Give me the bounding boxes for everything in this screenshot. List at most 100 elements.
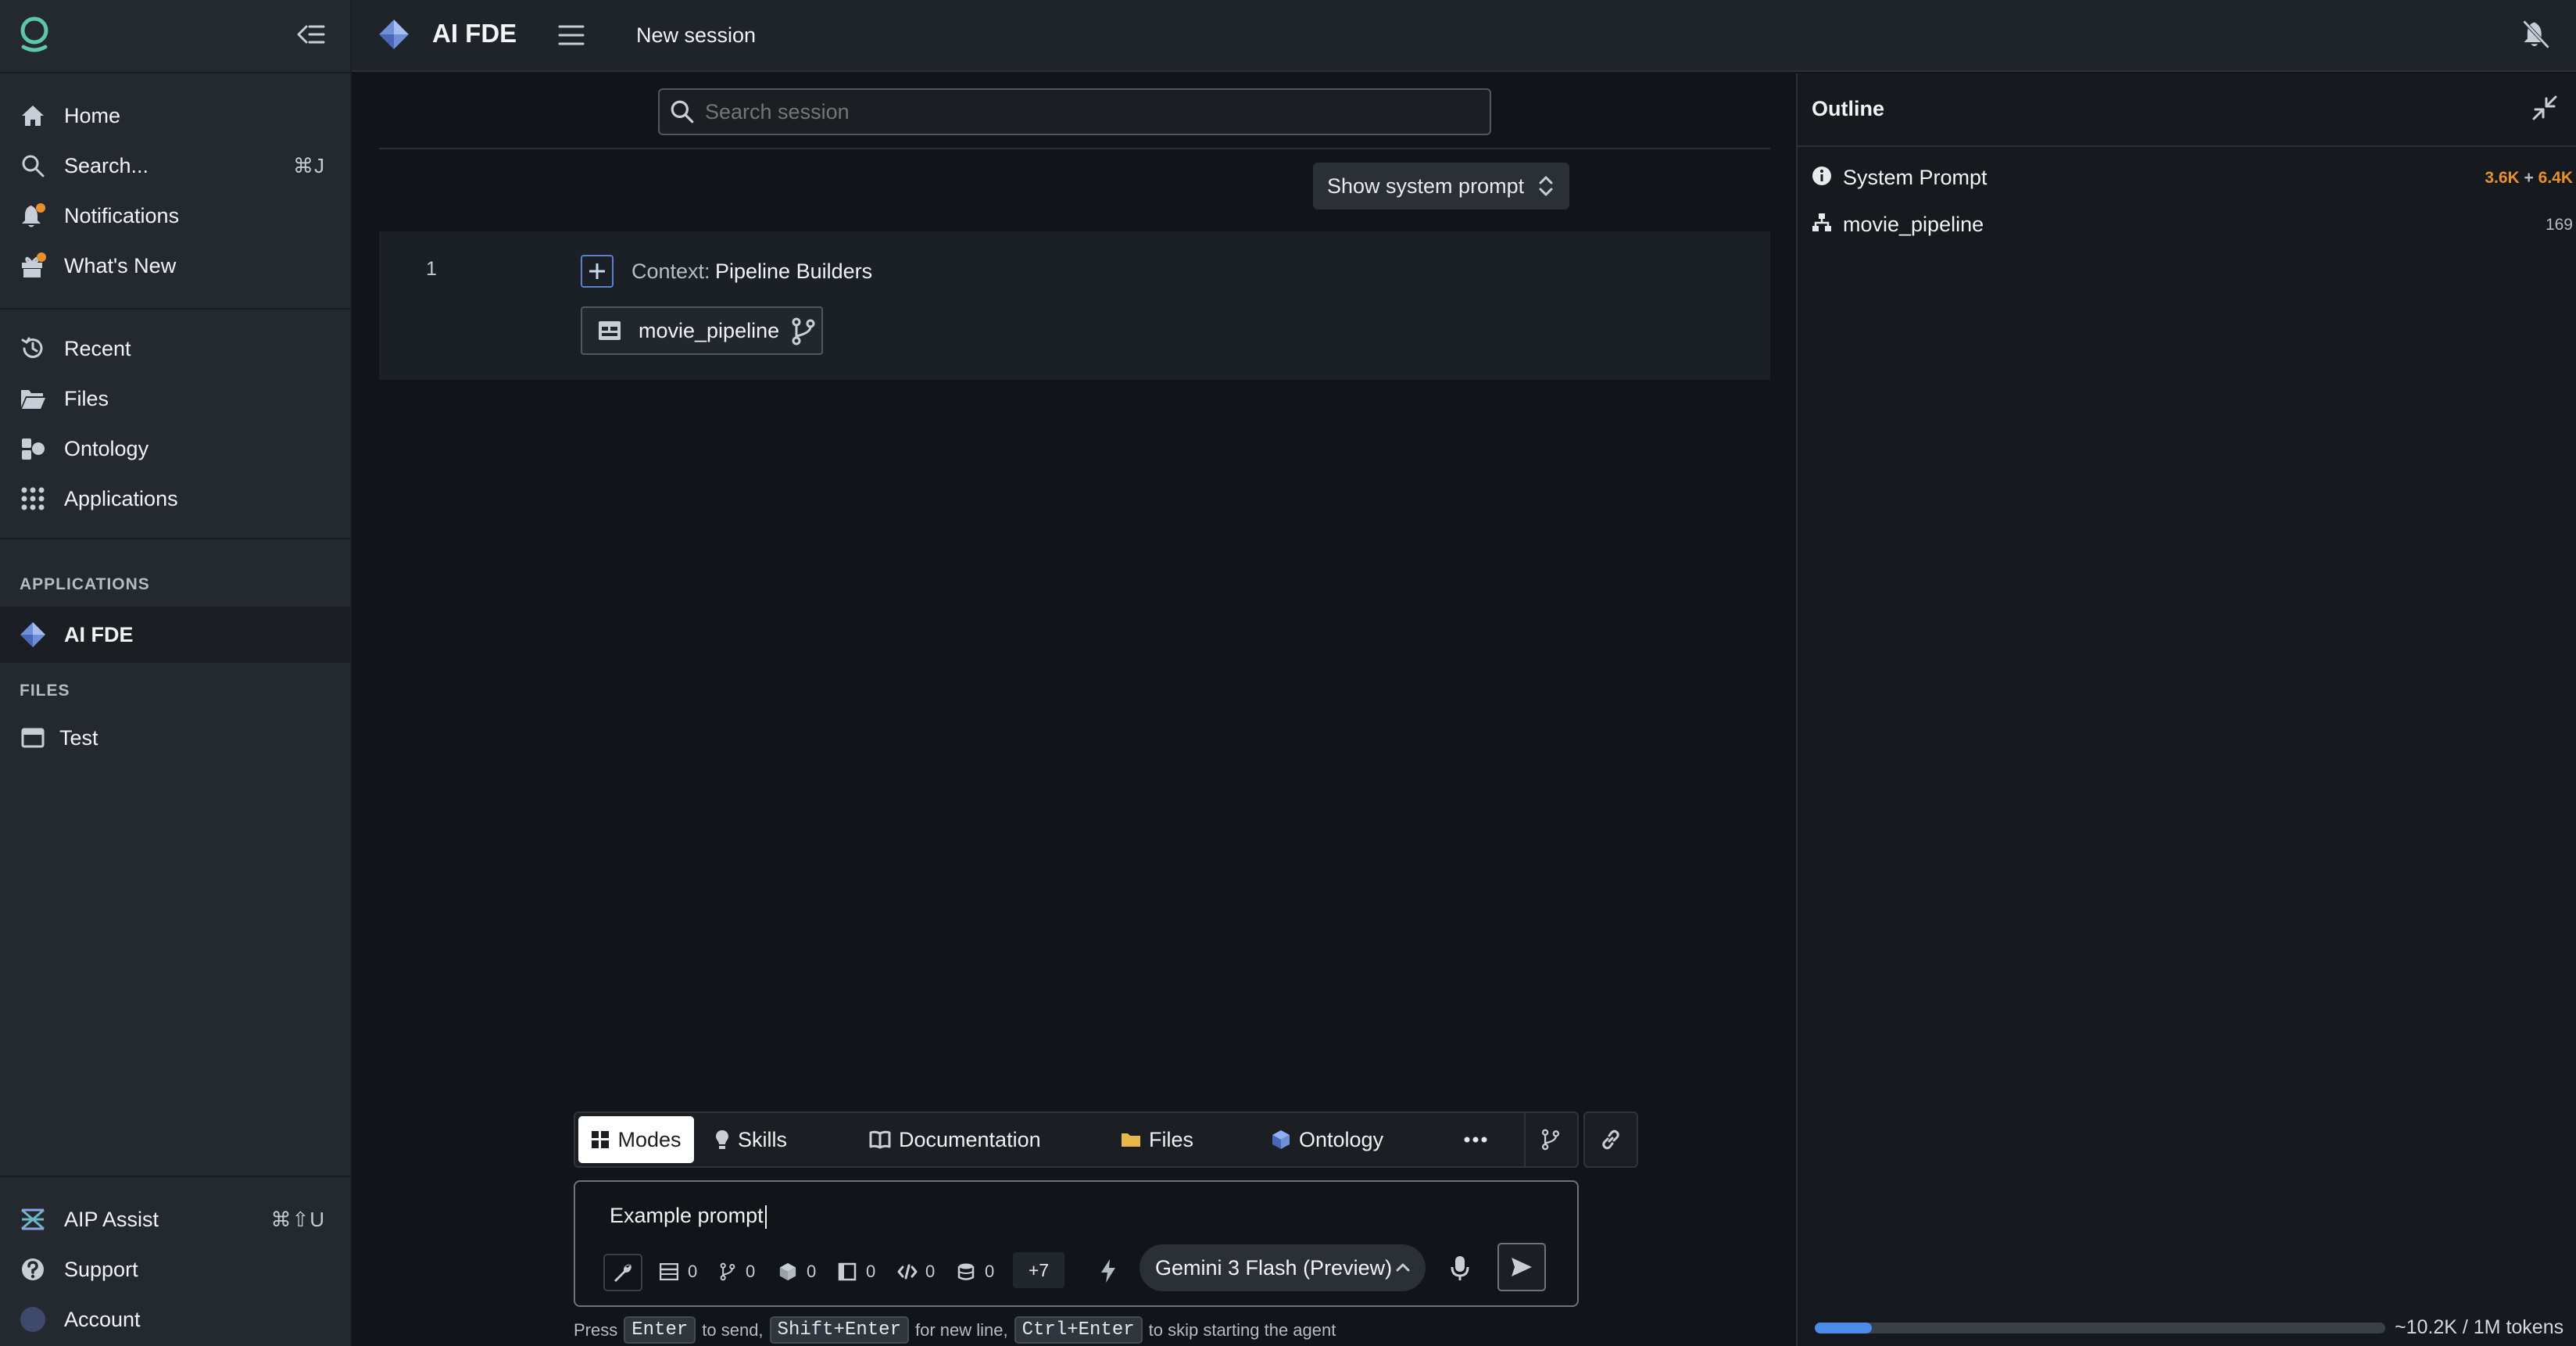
session-message-block: 1 Context: Pipeline Builders movie_pipel…	[379, 231, 1770, 380]
search-input[interactable]	[703, 98, 1490, 125]
outline-item-label: movie_pipeline	[1843, 213, 1984, 236]
tab-label: Ontology	[1299, 1127, 1384, 1151]
row-number: 1	[426, 258, 437, 280]
sidebar-item-label: Ontology	[64, 436, 149, 460]
show-system-prompt-select[interactable]: Show system prompt	[1313, 163, 1569, 209]
sidebar-item-test[interactable]: Test	[0, 714, 352, 761]
sidebar-item-label: Files	[64, 386, 109, 410]
sidebar-item-applications[interactable]: Applications	[0, 475, 352, 522]
minimize-icon[interactable]	[2531, 94, 2562, 125]
sidebar-item-ai-fde[interactable]: AI FDE	[0, 607, 352, 663]
sidebar-item-whats-new[interactable]: What's New	[0, 242, 352, 289]
prompt-input[interactable]: Example prompt	[610, 1204, 767, 1229]
document-icon	[838, 1262, 857, 1281]
outline-item-system-prompt[interactable]: System Prompt 3.6K + 6.4K	[1798, 155, 2576, 199]
collapse-sidebar-icon[interactable]	[295, 20, 327, 48]
send-button[interactable]	[1497, 1243, 1546, 1291]
branch-icon	[790, 317, 817, 345]
menu-icon[interactable]	[556, 22, 586, 48]
info-icon	[1812, 166, 1832, 186]
sidebar-item-home[interactable]: Home	[0, 92, 352, 139]
files-section-header: FILES	[20, 682, 70, 700]
aip-assist-shortcut: ⌘⇧U	[270, 1207, 325, 1231]
document-count: 0	[838, 1262, 875, 1282]
context-value[interactable]: Pipeline Builders	[715, 260, 872, 284]
cube-icon	[1272, 1130, 1290, 1149]
chevron-up-icon	[1394, 1260, 1411, 1274]
prompt-composer	[574, 1180, 1579, 1307]
token-usage-label: ~10.2K / 1M tokens	[2395, 1316, 2564, 1338]
code-icon	[897, 1264, 918, 1280]
add-context-button[interactable]	[581, 255, 614, 288]
divider	[379, 148, 1770, 149]
avatar	[19, 1305, 47, 1333]
model-name: Gemini 3 Flash (Preview)	[1155, 1255, 1393, 1280]
diamond-icon	[378, 19, 410, 50]
tab-skills[interactable]: Skills	[714, 1116, 787, 1163]
sidebar-item-label: AI FDE	[64, 622, 134, 646]
sidebar-item-support[interactable]: Support	[0, 1246, 352, 1293]
sidebar-item-search[interactable]: Search... ⌘J	[0, 142, 352, 189]
grid-icon	[19, 485, 47, 513]
tab-ontology[interactable]: Ontology	[1271, 1116, 1383, 1163]
more-options-icon[interactable]	[1458, 1124, 1493, 1155]
sidebar-item-label: Recent	[64, 336, 131, 360]
cube-icon	[779, 1262, 796, 1281]
sidebar-item-notifications[interactable]: Notifications	[0, 192, 352, 239]
sidebar-item-label: Notifications	[64, 203, 180, 227]
sidebar-item-label: Search...	[64, 153, 149, 177]
sidebar-item-label: Applications	[64, 486, 178, 510]
tab-label: Skills	[738, 1127, 788, 1151]
caret-sort-icon	[1537, 174, 1555, 199]
sidebar-item-account[interactable]: Account	[0, 1296, 352, 1343]
app-logo-icon[interactable]	[17, 14, 52, 53]
search-shortcut: ⌘J	[293, 153, 325, 177]
table-count: 0	[660, 1262, 697, 1282]
tab-documentation[interactable]: Documentation	[869, 1116, 1041, 1163]
diamond-icon	[19, 621, 47, 649]
hierarchy-icon	[1812, 213, 1832, 233]
pipeline-icon	[598, 320, 621, 341]
object-count: 0	[778, 1262, 816, 1282]
sidebar-item-recent[interactable]: Recent	[0, 325, 352, 372]
keyboard-hint: Press Enter to send, Shift+Enter for new…	[574, 1316, 1336, 1344]
resource-chip-movie-pipeline[interactable]: movie_pipeline	[581, 306, 823, 355]
lightning-icon[interactable]	[1094, 1254, 1122, 1288]
modes-grid-icon	[592, 1131, 610, 1148]
branch-count: 0	[719, 1262, 755, 1282]
tools-button[interactable]	[603, 1254, 642, 1291]
tab-label: Modes	[617, 1127, 682, 1151]
database-icon	[957, 1263, 975, 1280]
link-icon	[1602, 1129, 1619, 1150]
search-icon	[669, 98, 696, 125]
send-icon	[1512, 1258, 1532, 1276]
data-count: 0	[957, 1262, 994, 1282]
table-icon	[660, 1263, 678, 1280]
wrench-icon	[614, 1264, 631, 1282]
outline-item-movie-pipeline[interactable]: movie_pipeline 169	[1798, 202, 2576, 245]
sidebar-item-ontology[interactable]: Ontology	[0, 425, 352, 472]
model-selector[interactable]: Gemini 3 Flash (Preview)	[1140, 1244, 1426, 1291]
sidebar-item-files[interactable]: Files	[0, 375, 352, 422]
token-count: 3.6K + 6.4K	[2485, 169, 2573, 187]
branch-icon[interactable]	[1532, 1121, 1569, 1158]
cubes-icon	[19, 435, 47, 463]
sidebar-item-aip-assist[interactable]: AIP Assist ⌘⇧U	[0, 1196, 352, 1243]
applications-section-header: APPLICATIONS	[20, 575, 150, 593]
search-session-field[interactable]	[658, 88, 1491, 135]
microphone-icon[interactable]	[1444, 1251, 1476, 1287]
tab-modes[interactable]: Modes	[578, 1116, 694, 1163]
more-context-button[interactable]: +7	[1013, 1252, 1064, 1288]
sidebar-item-label: Support	[64, 1257, 138, 1281]
folder-icon	[1122, 1133, 1140, 1147]
link-button[interactable]	[1583, 1112, 1638, 1168]
tab-files[interactable]: Files	[1121, 1116, 1193, 1163]
sidebar-item-label: What's New	[64, 253, 177, 277]
session-title[interactable]: New session	[625, 16, 767, 55]
lightbulb-icon	[716, 1130, 728, 1149]
resource-chip-label: movie_pipeline	[639, 318, 780, 342]
app-title: AI FDE	[432, 19, 517, 48]
token-usage-bar	[1815, 1323, 2385, 1333]
notifications-off-icon[interactable]	[2521, 19, 2551, 50]
bell-icon	[19, 202, 47, 230]
